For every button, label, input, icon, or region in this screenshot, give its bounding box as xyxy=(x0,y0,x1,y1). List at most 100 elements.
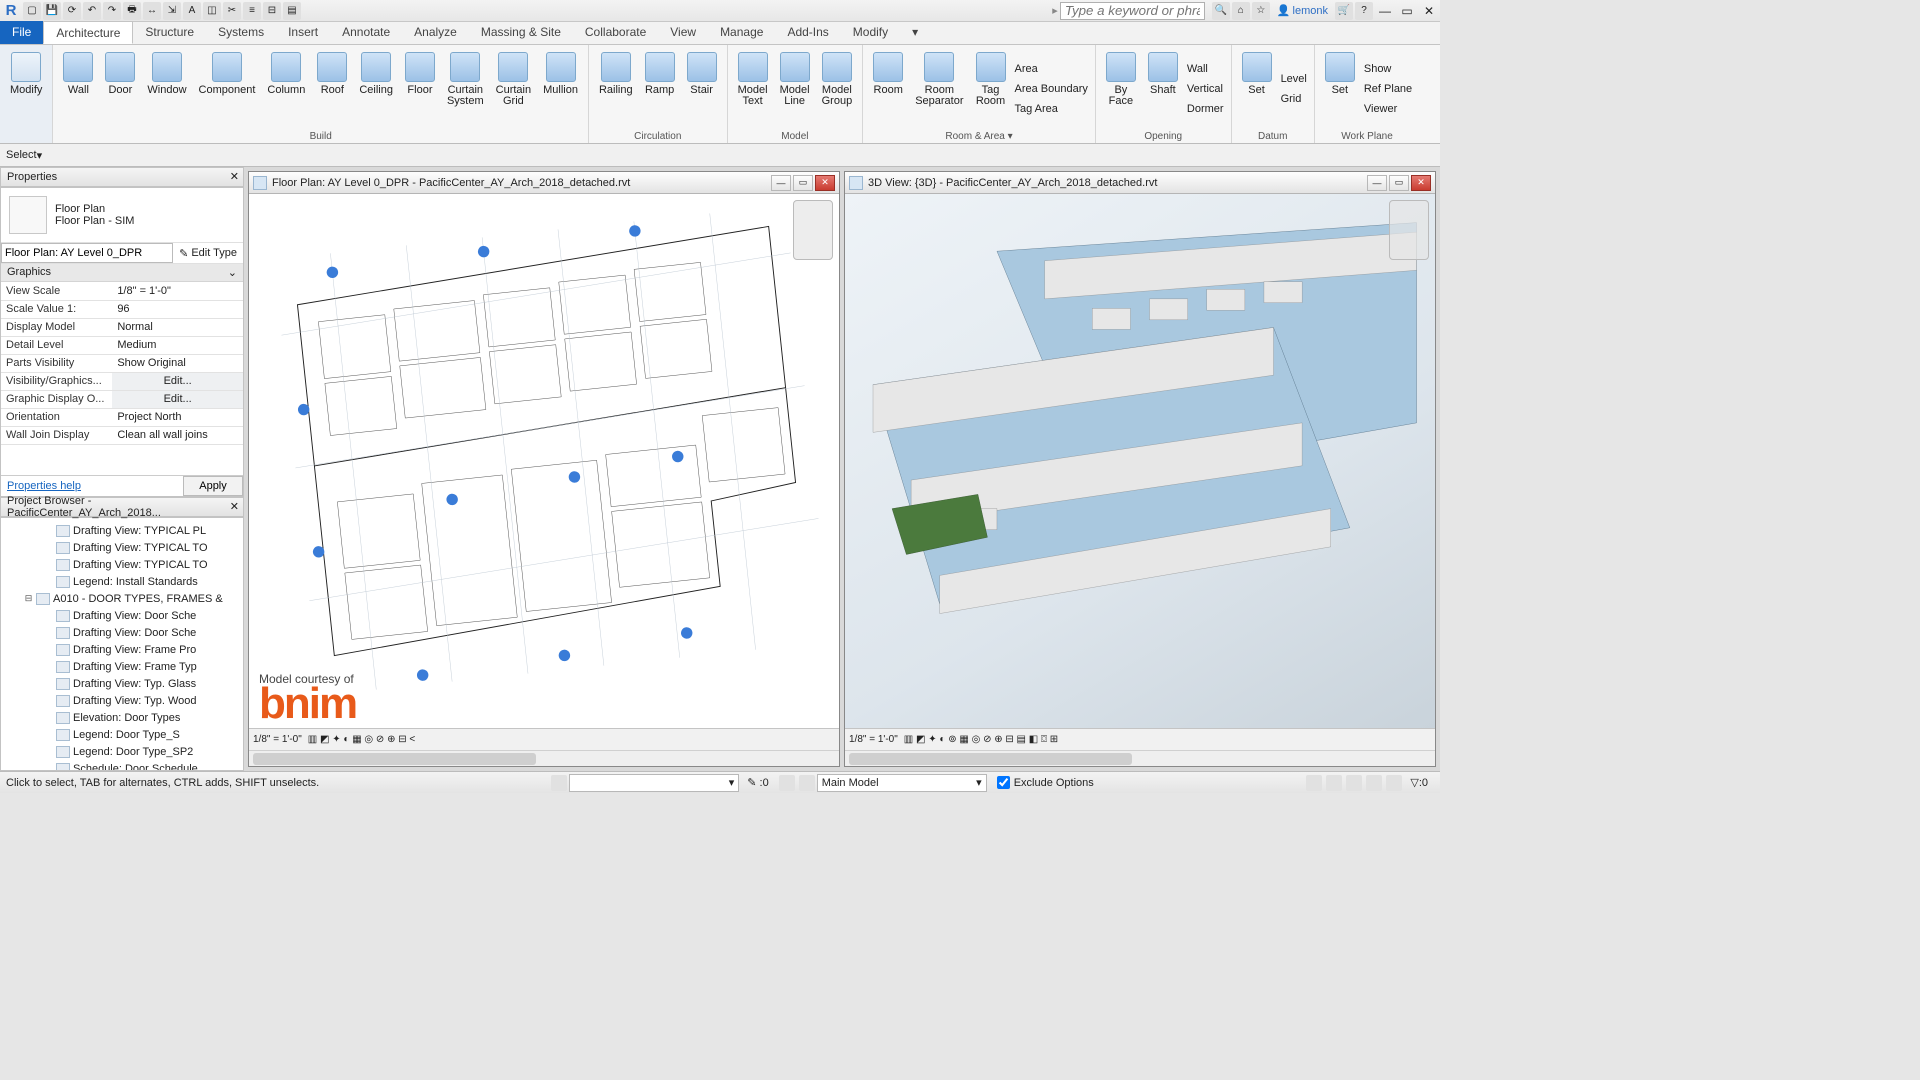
qat-undo-icon[interactable]: ↶ xyxy=(83,2,101,20)
close-icon[interactable]: ✕ xyxy=(230,170,239,183)
select-pinned-icon[interactable] xyxy=(1346,775,1362,791)
tree-item[interactable]: Schedule: Door Schedule xyxy=(3,760,241,770)
qat-section-icon[interactable]: ✂ xyxy=(223,2,241,20)
view-titlebar[interactable]: Floor Plan: AY Level 0_DPR - PacificCent… xyxy=(249,172,839,194)
model-text-button[interactable]: ModelText xyxy=(732,48,774,129)
prop-row[interactable]: Display ModelNormal xyxy=(1,318,243,336)
tab-architecture[interactable]: Architecture xyxy=(43,21,133,44)
horizontal-scrollbar[interactable] xyxy=(249,750,839,766)
ribbon-overflow-icon[interactable]: ▾ xyxy=(900,21,930,44)
qat-exchange-icon[interactable]: 🛒 xyxy=(1335,2,1353,20)
room-button[interactable]: Room xyxy=(867,48,909,129)
window-close-button[interactable]: ✕ xyxy=(1411,175,1431,191)
area-button[interactable]: Area xyxy=(1012,59,1091,79)
qat-close-icon[interactable]: ⊟ xyxy=(263,2,281,20)
tree-item[interactable]: Legend: Door Type_S xyxy=(3,726,241,743)
project-browser-header[interactable]: Project Browser - PacificCenter_AY_Arch_… xyxy=(0,497,244,517)
3d-canvas[interactable] xyxy=(845,194,1435,728)
prop-row[interactable]: Detail LevelMedium xyxy=(1,336,243,354)
exclude-options-checkbox[interactable]: Exclude Options xyxy=(997,776,1094,789)
set-wp-button[interactable]: Set xyxy=(1319,48,1361,129)
qat-help-icon[interactable]: ? xyxy=(1355,2,1373,20)
model-group-button[interactable]: ModelGroup xyxy=(816,48,859,129)
room-separator-button[interactable]: RoomSeparator xyxy=(909,48,969,129)
ref-plane-button[interactable]: Ref Plane xyxy=(1361,79,1415,99)
show-button[interactable]: Show xyxy=(1361,59,1415,79)
prop-row[interactable]: View Scale1/8" = 1'-0" xyxy=(1,282,243,300)
tree-item[interactable]: Elevation: Door Types xyxy=(3,709,241,726)
design-options-icon[interactable] xyxy=(799,775,815,791)
tree-item[interactable]: Drafting View: Door Sche xyxy=(3,607,241,624)
level-button[interactable]: Level xyxy=(1278,69,1310,89)
window-restore-button[interactable]: ▭ xyxy=(1396,1,1418,21)
set-button[interactable]: Set xyxy=(1236,48,1278,129)
qat-text-icon[interactable]: A xyxy=(183,2,201,20)
close-icon[interactable]: ✕ xyxy=(230,500,239,513)
window-maximize-button[interactable]: ▭ xyxy=(1389,175,1409,191)
qat-sync-icon[interactable]: ⟳ xyxy=(63,2,81,20)
edit-type-button[interactable]: ✎Edit Type xyxy=(173,245,243,262)
prop-row[interactable]: Wall Join DisplayClean all wall joins xyxy=(1,426,243,444)
qat-open-icon[interactable]: ▢ xyxy=(23,2,41,20)
tree-item[interactable]: Drafting View: Typ. Wood xyxy=(3,692,241,709)
drag-elements-icon[interactable] xyxy=(1386,775,1402,791)
ramp-button[interactable]: Ramp xyxy=(639,48,681,129)
shaft-button[interactable]: Shaft xyxy=(1142,48,1184,129)
tree-item[interactable]: Drafting View: TYPICAL TO xyxy=(3,556,241,573)
tag-room-button[interactable]: TagRoom xyxy=(970,48,1012,129)
select-links-icon[interactable] xyxy=(1306,775,1322,791)
properties-header[interactable]: Properties✕ xyxy=(0,167,244,187)
floor-button[interactable]: Floor xyxy=(399,48,441,129)
tag-area-button[interactable]: Tag Area xyxy=(1012,99,1091,119)
tree-item[interactable]: Drafting View: TYPICAL PL xyxy=(3,522,241,539)
floor-plan-canvas[interactable]: Model courtesy of bnim xyxy=(249,194,839,728)
qat-switch-icon[interactable]: ▤ xyxy=(283,2,301,20)
area-boundary-button[interactable]: Area Boundary xyxy=(1012,79,1091,99)
select-underlay-icon[interactable] xyxy=(1326,775,1342,791)
qat-dim-icon[interactable]: ⇲ xyxy=(163,2,181,20)
qat-save-icon[interactable]: 💾 xyxy=(43,2,61,20)
window-button[interactable]: Window xyxy=(141,48,192,129)
view-titlebar[interactable]: 3D View: {3D} - PacificCenter_AY_Arch_20… xyxy=(845,172,1435,194)
tab-insert[interactable]: Insert xyxy=(276,21,330,44)
properties-help-link[interactable]: Properties help xyxy=(1,476,183,496)
window-maximize-button[interactable]: ▭ xyxy=(793,175,813,191)
signed-in-user[interactable]: 👤lemonk xyxy=(1277,4,1328,17)
worksharing-icon[interactable] xyxy=(779,775,795,791)
design-option-combo[interactable]: Main Model▾ xyxy=(817,774,987,792)
grid-button[interactable]: Grid xyxy=(1278,89,1310,109)
workset-icon[interactable] xyxy=(551,775,567,791)
dormer-button[interactable]: Dormer xyxy=(1184,99,1227,119)
editable-only-icon[interactable]: ✎ :0 xyxy=(747,776,768,789)
qat-redo-icon[interactable]: ↷ xyxy=(103,2,121,20)
prop-row[interactable]: Graphic Display O...Edit... xyxy=(1,390,243,408)
tree-item[interactable]: Legend: Door Type_SP2 xyxy=(3,743,241,760)
window-minimize-button[interactable]: — xyxy=(771,175,791,191)
apply-button[interactable]: Apply xyxy=(183,476,243,496)
tab-file[interactable]: File xyxy=(0,21,43,44)
tab-structure[interactable]: Structure xyxy=(133,21,206,44)
model-line-button[interactable]: ModelLine xyxy=(774,48,816,129)
tree-item[interactable]: Drafting View: Frame Typ xyxy=(3,658,241,675)
qat-comm-icon[interactable]: ⌂ xyxy=(1232,2,1250,20)
qat-print-icon[interactable]: 🖶 xyxy=(123,2,141,20)
vertical-button[interactable]: Vertical xyxy=(1184,79,1227,99)
horizontal-scrollbar[interactable] xyxy=(845,750,1435,766)
qat-search-icon[interactable]: 🔍 xyxy=(1212,2,1230,20)
window-minimize-button[interactable]: — xyxy=(1374,1,1396,21)
view-control-bar[interactable]: 1/8" = 1'-0" ▥ ◩ ✦ ◐ ⊚ ▦ ◎ ⊘ ⊕ ⊟ ▤ ◧ ⌼ ⊞ xyxy=(845,728,1435,750)
tab-systems[interactable]: Systems xyxy=(206,21,276,44)
view-scale[interactable]: 1/8" = 1'-0" xyxy=(253,734,302,745)
tree-item[interactable]: Drafting View: Door Sche xyxy=(3,624,241,641)
curtain-system-button[interactable]: CurtainSystem xyxy=(441,48,490,129)
prop-row[interactable]: Parts VisibilityShow Original xyxy=(1,354,243,372)
component-button[interactable]: Component xyxy=(193,48,262,129)
instance-selector[interactable] xyxy=(1,243,173,263)
tree-item[interactable]: ⊟A010 - DOOR TYPES, FRAMES & xyxy=(3,590,241,607)
mullion-button[interactable]: Mullion xyxy=(537,48,584,129)
search-input[interactable] xyxy=(1060,2,1205,20)
prop-row[interactable]: Scale Value 1:96 xyxy=(1,300,243,318)
roof-button[interactable]: Roof xyxy=(311,48,353,129)
select-face-icon[interactable] xyxy=(1366,775,1382,791)
window-close-button[interactable]: ✕ xyxy=(815,175,835,191)
